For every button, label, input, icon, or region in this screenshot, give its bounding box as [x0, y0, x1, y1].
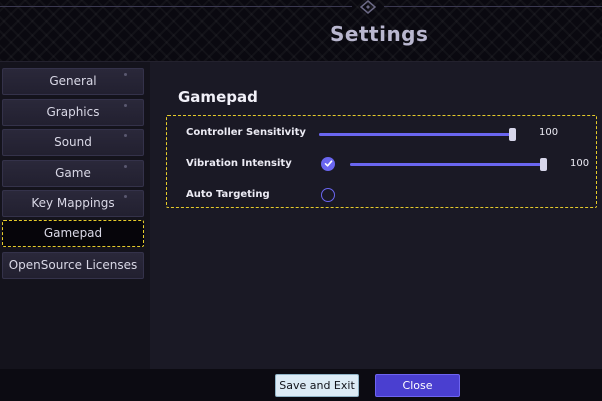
- auto-targeting-toggle[interactable]: [321, 188, 335, 202]
- sidebar-item-sound[interactable]: Sound: [2, 129, 144, 156]
- footer-bar: Save and Exit Close: [0, 369, 602, 401]
- sidebar-item-graphics[interactable]: Graphics: [2, 99, 144, 126]
- sidebar-item-label: Key Mappings: [31, 196, 115, 210]
- header-bar: Settings: [0, 0, 602, 62]
- corner-dot-icon: [124, 165, 127, 168]
- close-button[interactable]: Close: [375, 374, 460, 397]
- diamond-ornament-icon: [359, 0, 377, 14]
- sidebar-item-label: Graphics: [46, 105, 100, 119]
- sidebar-item-label: General: [49, 74, 97, 88]
- sidebar-item-gamepad[interactable]: Gamepad: [2, 220, 144, 247]
- vibration-intensity-slider[interactable]: [350, 158, 547, 171]
- gamepad-settings-group: Controller Sensitivity 100 Vibration Int…: [166, 115, 597, 208]
- controller-sensitivity-value: 100: [539, 127, 559, 138]
- sidebar-item-general[interactable]: General: [2, 68, 144, 95]
- sidebar-item-key-mappings[interactable]: Key Mappings: [2, 190, 144, 217]
- header-ornament-left: [0, 6, 352, 7]
- settings-sidebar: General Graphics Sound Game Key Mappings…: [0, 62, 150, 369]
- controller-sensitivity-slider[interactable]: [319, 128, 516, 141]
- sidebar-item-label: Sound: [54, 135, 92, 149]
- slider-fill: [319, 133, 512, 136]
- auto-targeting-label: Auto Targeting: [186, 189, 270, 200]
- sidebar-item-opensource-licenses[interactable]: OpenSource Licenses: [2, 252, 144, 279]
- vibration-intensity-value: 100: [570, 158, 590, 169]
- corner-dot-icon: [124, 73, 127, 76]
- save-and-exit-button[interactable]: Save and Exit: [275, 374, 359, 397]
- slider-handle[interactable]: [540, 158, 547, 171]
- page-title: Settings: [330, 22, 429, 46]
- slider-fill: [350, 163, 543, 166]
- section-title: Gamepad: [178, 88, 258, 106]
- sidebar-item-game[interactable]: Game: [2, 160, 144, 187]
- vibration-intensity-label: Vibration Intensity: [186, 158, 292, 169]
- corner-dot-icon: [124, 104, 127, 107]
- checkmark-icon: [324, 160, 333, 167]
- sidebar-item-label: Gamepad: [43, 226, 103, 240]
- vibration-toggle[interactable]: [321, 157, 335, 171]
- sidebar-item-label: OpenSource Licenses: [8, 258, 138, 272]
- corner-dot-icon: [124, 195, 127, 198]
- controller-sensitivity-label: Controller Sensitivity: [186, 127, 306, 138]
- sidebar-item-label: Game: [55, 166, 91, 180]
- header-ornament-right: [384, 6, 602, 7]
- corner-dot-icon: [124, 134, 127, 137]
- gamepad-settings-panel: Gamepad Controller Sensitivity 100 Vibra…: [150, 62, 602, 369]
- slider-handle[interactable]: [509, 128, 516, 141]
